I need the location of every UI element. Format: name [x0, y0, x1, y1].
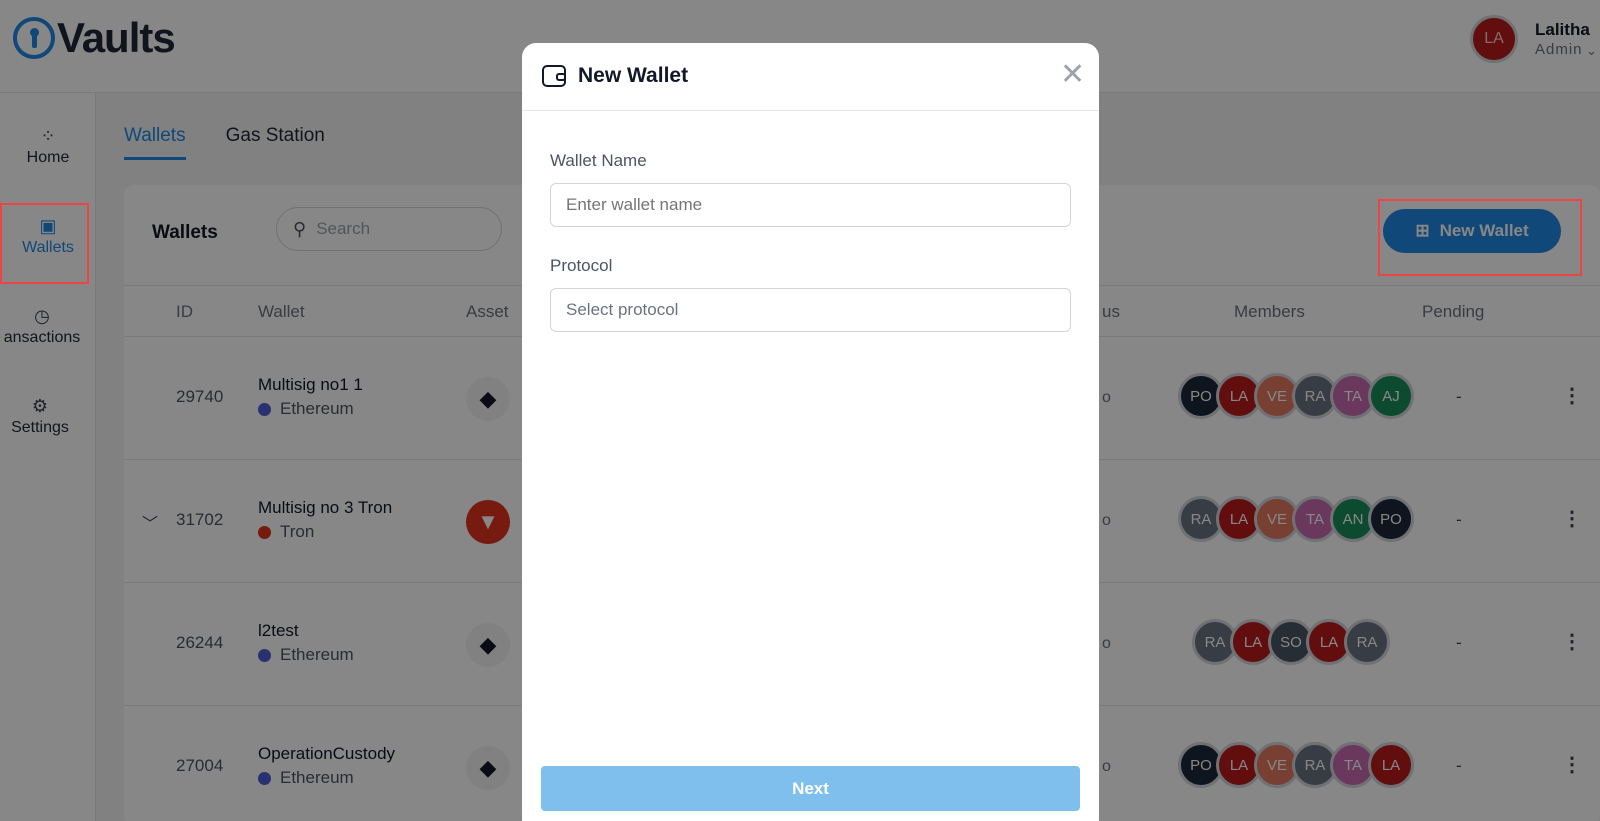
modal-title: New Wallet — [578, 64, 689, 87]
highlight-box-new-wallet — [1378, 199, 1582, 276]
protocol-select[interactable]: Select protocol — [550, 288, 1071, 332]
protocol-select-placeholder: Select protocol — [566, 300, 679, 319]
highlight-box-sidebar-wallets — [0, 203, 89, 284]
wallet-name-label: Wallet Name — [550, 151, 647, 170]
new-wallet-modal: New Wallet ✕ Wallet Name Protocol Select… — [522, 43, 1099, 821]
wallet-icon — [542, 65, 566, 87]
wallet-name-input[interactable] — [550, 183, 1071, 227]
protocol-label: Protocol — [550, 256, 613, 275]
modal-header: New Wallet ✕ — [522, 43, 1099, 111]
close-icon[interactable]: ✕ — [1060, 60, 1085, 90]
next-button[interactable]: Next — [541, 766, 1080, 811]
